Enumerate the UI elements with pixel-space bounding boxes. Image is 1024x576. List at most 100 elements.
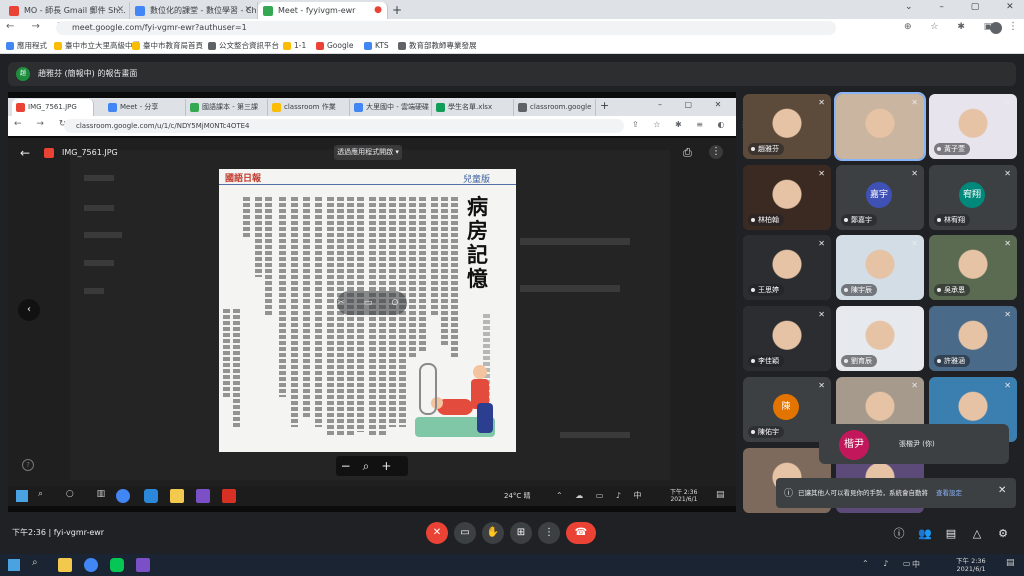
menu-icon[interactable]: ⋮	[1008, 21, 1018, 32]
shared-tab: IMG_7561.JPG	[12, 99, 94, 116]
mic-muted-icon: ✕	[1004, 381, 1011, 390]
tab-label: classroom 作業	[284, 103, 336, 111]
participant-name: 吳承恩	[934, 284, 970, 296]
notification-icon[interactable]: ▤	[1006, 558, 1015, 568]
activities-button[interactable]: △	[968, 525, 986, 543]
open-with-label: 透過應用程式開啟	[337, 148, 394, 156]
classroom-icon	[272, 103, 281, 112]
mic-off-button[interactable]: ✕	[426, 522, 448, 544]
browser-tab-meet[interactable]: Meet - fyyivgm-ewr ●	[258, 2, 388, 19]
notification-icon: ▤	[716, 490, 725, 500]
self-name: 張楷尹 (你)	[899, 440, 935, 448]
participant-tile[interactable]: ✕ 許雅涵	[929, 306, 1017, 371]
participant-tile[interactable]: ✕ 趙雅芬	[743, 94, 831, 159]
close-icon[interactable]: ✕	[244, 2, 252, 19]
bookmark-item[interactable]: 應用程式	[6, 39, 47, 52]
participant-tile[interactable]: 宥翔 ✕ 林宥翔	[929, 165, 1017, 230]
info-button[interactable]: ⓘ	[890, 525, 908, 543]
image-icon	[16, 103, 25, 112]
profile-avatar[interactable]	[990, 22, 1002, 34]
help-icon: ?	[22, 459, 34, 471]
present-button[interactable]: ⊞	[510, 522, 532, 544]
browser-tab-classroom[interactable]: 數位化的課堂 - 數位學習 - Ch ✕	[130, 2, 258, 19]
windows-start-icon[interactable]	[8, 559, 20, 571]
notification-link[interactable]: 查看設定	[936, 487, 962, 497]
participant-name: 黃子萱	[934, 143, 970, 155]
camera-button[interactable]: ▭	[454, 522, 476, 544]
gmail-icon	[9, 6, 19, 16]
line-icon[interactable]	[110, 558, 124, 572]
close-icon[interactable]: ✕	[116, 2, 124, 19]
tab-label: MO - 師長 Gmail 郵件 Sh...	[24, 6, 126, 15]
new-tab-button[interactable]: +	[388, 2, 404, 19]
self-avatar: 楷尹	[839, 430, 869, 460]
toolbar-icons[interactable]: ⊕ ☆ ✱ ▣	[904, 22, 1000, 32]
chrome-icon[interactable]	[84, 558, 98, 572]
tray-icons: ⌃ ☁ ▭ ♪ 中	[556, 491, 647, 500]
tab-label: IMG_7561.JPG	[28, 103, 77, 111]
notification-text: 已讓其他人可以看見你的手勢，系統會自動將其加入畫面	[798, 489, 928, 497]
image-overlay-controls: ✂ ▭ ⊙	[337, 291, 407, 315]
toolbar-icons: ⇪ ☆ ✱ ≡ ◐ ⋮	[632, 120, 753, 129]
shared-windows-taskbar: ⌕ ○ ▥ 24°C 晴 ⌃ ☁ ▭ ♪ 中 下午 2:36 2021/6/1 ▤	[8, 486, 736, 506]
more-options-button[interactable]: ⋮	[538, 522, 560, 544]
bookmark-item[interactable]: KTS	[364, 39, 389, 52]
url-input[interactable]: meet.google.com/fyi-vgmr-ewr?authuser=1	[56, 21, 836, 35]
bookmark-item[interactable]: Google	[316, 39, 353, 52]
address-bar-row: ← → ↻ meet.google.com/fyi-vgmr-ewr?authu…	[0, 19, 1024, 37]
excel-icon	[436, 103, 445, 112]
shared-tab: Meet - 分享	[104, 99, 186, 116]
participant-tile[interactable]: ✕ 黃子萱	[929, 94, 1017, 159]
meet-icon	[263, 6, 273, 16]
chrome-icon	[116, 489, 130, 503]
open-with-button: 透過應用程式開啟 ▾	[334, 145, 402, 160]
participant-tile[interactable]: 陳 ✕ 陳佑宇	[743, 377, 831, 442]
presenter-avatar: 趙	[16, 67, 30, 81]
search-icon[interactable]: ⌕	[32, 557, 38, 568]
bookmark-item[interactable]: 臺中市立大里高級中學	[54, 39, 140, 52]
clock-time: 下午 2:36	[670, 489, 698, 496]
file-name: IMG_7561.JPG	[62, 148, 118, 157]
folder-icon	[170, 489, 184, 503]
meeting-time: 下午2:36	[12, 528, 46, 537]
mic-muted-icon: ✕	[818, 381, 825, 390]
shared-url: classroom.google.com/u/1/c/NDY5MjM0NTc4O…	[64, 119, 624, 133]
participant-tile[interactable]: 嘉宇 ✕ 鄭嘉宇	[836, 165, 924, 230]
browser-tab-bar: MO - 師長 Gmail 郵件 Sh... ✕ 數位化的課堂 - 數位學習 -…	[0, 0, 1024, 19]
file-explorer-icon[interactable]	[58, 558, 72, 572]
tray-icons[interactable]: ⌃ ♪ ▭	[862, 559, 916, 568]
shared-tab: 國語課本 - 第三課	[186, 99, 268, 116]
raise-hand-button[interactable]: ✋	[482, 522, 504, 544]
bookmark-item[interactable]: 教育部教師專業發展	[398, 39, 477, 52]
window-controls[interactable]: ⌄ – ▢ ✕	[905, 2, 1024, 12]
participant-tile[interactable]: ✕ 王思婷	[743, 235, 831, 300]
participant-tile[interactable]: ✕	[834, 92, 926, 161]
tab-label: 學生名單.xlsx	[448, 103, 493, 111]
participant-tile[interactable]: ✕ 李佳穎	[743, 306, 831, 371]
leave-call-button[interactable]: ☎	[566, 522, 596, 544]
bookmark-item[interactable]: 公文整合資訊平台	[208, 39, 279, 52]
shared-address-bar: ← → ↻ classroom.google.com/u/1/c/NDY5MjM…	[8, 116, 747, 136]
participant-tile[interactable]: ✕ 林柏翰	[743, 165, 831, 230]
app-icon[interactable]	[136, 558, 150, 572]
host-controls-button[interactable]: ⚙	[994, 525, 1012, 543]
ime-indicator[interactable]: 中	[912, 559, 920, 570]
participant-name: 李佳穎	[748, 355, 784, 367]
participant-name: 趙雅芬	[748, 143, 784, 155]
back-arrow-icon: ←	[20, 146, 31, 160]
tab-label: 大里國中 - 雲端硬碟	[366, 103, 429, 111]
people-button[interactable]: 👥	[916, 525, 934, 543]
tab-label: Meet - fyyivgm-ewr	[278, 6, 356, 15]
participant-tile[interactable]: ✕ 陳宇辰	[836, 235, 924, 300]
participant-avatar: 陳	[773, 394, 799, 420]
chat-button[interactable]: ▤	[942, 525, 960, 543]
mic-muted-icon: ✕	[818, 239, 825, 248]
mic-muted-icon: ✕	[1004, 239, 1011, 248]
system-clock[interactable]: 下午 2:36 2021/6/1	[956, 555, 986, 573]
participant-tile[interactable]: ✕ 吳承恩	[929, 235, 1017, 300]
browser-tab-gmail[interactable]: MO - 師長 Gmail 郵件 Sh... ✕	[4, 2, 130, 19]
participant-tile[interactable]: ✕ 劉育辰	[836, 306, 924, 371]
bookmark-item[interactable]: 1-1	[283, 39, 306, 52]
bookmark-item[interactable]: 臺中市教育局首頁	[132, 39, 203, 52]
close-icon[interactable]: ✕	[998, 485, 1006, 496]
